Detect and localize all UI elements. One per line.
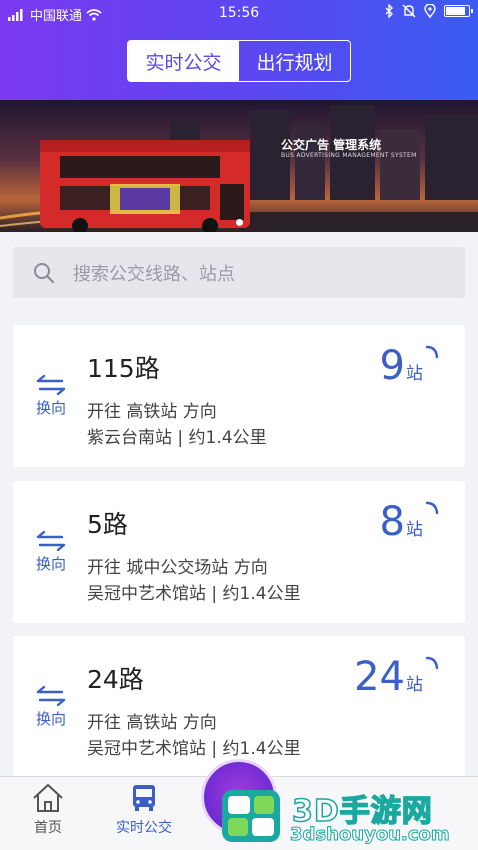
bluetooth-icon bbox=[385, 4, 393, 18]
bus-icon bbox=[133, 785, 155, 811]
loading-arc-icon bbox=[425, 345, 439, 359]
swap-arrows-icon bbox=[36, 531, 66, 551]
location-icon bbox=[424, 4, 436, 18]
status-bar: 中国联通 15:56 bbox=[0, 0, 478, 26]
mode-segmented-control: 实时公交 出行规划 bbox=[127, 40, 351, 82]
stops-away-count: 24 bbox=[354, 654, 405, 700]
search-bar[interactable]: 搜索公交线路、站点 bbox=[13, 247, 465, 298]
stops-away-count: 9 bbox=[379, 343, 405, 389]
pagination-dot-active[interactable] bbox=[235, 219, 243, 226]
swap-arrows-icon bbox=[36, 686, 66, 706]
watermark-url: 3dshouyou.com bbox=[290, 824, 451, 846]
stops-away-unit: 站 bbox=[406, 675, 423, 695]
tab-trip-planning[interactable]: 出行规划 bbox=[239, 41, 350, 81]
header: 中国联通 15:56 实时公交 出行规划 bbox=[0, 0, 478, 100]
swap-direction-button[interactable]: 换向 bbox=[33, 375, 69, 418]
route-card[interactable]: 换向 115路 开往 高铁站 方向 紫云台南站 | 约1.4公里 9 站 bbox=[13, 325, 465, 467]
tab-realtime-bus[interactable]: 实时公交 bbox=[128, 41, 239, 81]
loading-arc-icon bbox=[425, 656, 439, 670]
swap-label: 换向 bbox=[35, 555, 66, 573]
status-right bbox=[384, 4, 473, 18]
swap-direction-button[interactable]: 换向 bbox=[33, 686, 69, 729]
stops-away-count: 8 bbox=[379, 499, 405, 545]
route-card[interactable]: 换向 24路 开往 高铁站 方向 吴冠中艺术馆站 | 约1.4公里 24 站 bbox=[13, 636, 465, 778]
swap-label: 换向 bbox=[35, 399, 66, 417]
watermark: 3D手游网 3dshouyou.com bbox=[218, 782, 478, 850]
nav-item-home[interactable]: 首页 bbox=[8, 783, 88, 837]
route-direction: 开往 城中公交场站 方向 bbox=[87, 558, 268, 578]
search-icon bbox=[34, 262, 55, 283]
route-stop-distance: 吴冠中艺术馆站 | 约1.4公里 bbox=[87, 739, 301, 759]
battery-icon bbox=[444, 5, 473, 17]
swap-arrows-icon bbox=[36, 375, 66, 395]
route-name: 24路 bbox=[87, 665, 144, 694]
nav-label-home: 首页 bbox=[34, 820, 62, 836]
route-direction: 开往 高铁站 方向 bbox=[87, 713, 217, 733]
nav-item-realtime-bus[interactable]: 实时公交 bbox=[104, 783, 184, 837]
route-name: 115路 bbox=[87, 354, 160, 383]
stops-away: 24 站 bbox=[354, 654, 423, 700]
route-direction: 开往 高铁站 方向 bbox=[87, 402, 217, 422]
banner-title: 公交广告 管理系统 bbox=[281, 138, 382, 152]
banner-pagination bbox=[0, 219, 478, 226]
alarm-off-icon bbox=[402, 4, 416, 18]
stops-away-unit: 站 bbox=[406, 520, 423, 540]
swap-label: 换向 bbox=[35, 710, 66, 728]
banner-subtitle: BUS ADVERTISING MANAGEMENT SYSTEM bbox=[281, 152, 417, 159]
swap-direction-button[interactable]: 换向 bbox=[33, 531, 69, 574]
home-icon bbox=[33, 784, 63, 812]
route-stop-distance: 紫云台南站 | 约1.4公里 bbox=[87, 428, 267, 448]
banner-bus-illustration bbox=[0, 100, 478, 232]
watermark-logo-icon bbox=[222, 790, 280, 842]
search-placeholder: 搜索公交线路、站点 bbox=[73, 263, 235, 285]
loading-arc-icon bbox=[425, 501, 439, 515]
stops-away: 8 站 bbox=[380, 499, 423, 545]
nav-label-realtime-bus: 实时公交 bbox=[116, 820, 172, 836]
route-name: 5路 bbox=[87, 510, 128, 539]
stops-away: 9 站 bbox=[380, 343, 423, 389]
route-card[interactable]: 换向 5路 开往 城中公交场站 方向 吴冠中艺术馆站 | 约1.4公里 8 站 bbox=[13, 481, 465, 623]
promo-banner[interactable]: 公交广告 管理系统 BUS ADVERTISING MANAGEMENT SYS… bbox=[0, 100, 478, 232]
route-stop-distance: 吴冠中艺术馆站 | 约1.4公里 bbox=[87, 584, 301, 604]
stops-away-unit: 站 bbox=[406, 364, 423, 384]
